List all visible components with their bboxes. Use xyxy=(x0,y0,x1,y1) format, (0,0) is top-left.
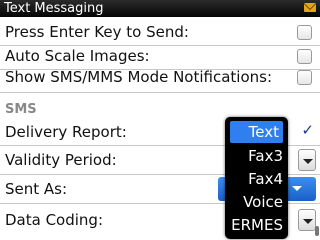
setting-label: Data Coding: xyxy=(5,211,104,229)
setting-label: Delivery Report: xyxy=(5,123,127,141)
setting-label: Validity Period: xyxy=(5,151,117,169)
popup-option-text[interactable]: Text xyxy=(230,121,283,143)
setting-row-show-notifications[interactable]: Show SMS/MMS Mode Notifications: xyxy=(0,66,320,90)
popup-option-fax4[interactable]: Fax4 xyxy=(248,168,283,190)
scrollbar[interactable] xyxy=(315,226,319,236)
auto-scale-checkbox[interactable] xyxy=(297,49,312,64)
show-notifications-checkbox[interactable] xyxy=(297,70,312,85)
envelope-icon xyxy=(304,3,316,12)
setting-row-press-enter[interactable]: Press Enter Key to Send: xyxy=(0,21,320,45)
setting-label: Auto Scale Images: xyxy=(5,47,150,65)
checkmark-icon[interactable]: ✓ xyxy=(301,121,314,139)
setting-label: Show SMS/MMS Mode Notifications: xyxy=(5,68,273,86)
validity-period-dropdown[interactable] xyxy=(298,149,316,171)
setting-label: Press Enter Key to Send: xyxy=(5,23,189,41)
app-title: Text Messaging xyxy=(4,1,104,16)
popup-option-voice[interactable]: Voice xyxy=(243,191,283,213)
press-enter-checkbox[interactable] xyxy=(297,25,312,40)
title-bar: Text Messaging xyxy=(0,0,320,17)
data-coding-dropdown[interactable] xyxy=(298,209,316,231)
divider xyxy=(0,92,320,93)
popup-option-fax3[interactable]: Fax3 xyxy=(248,145,283,167)
sent-as-popup-menu: Text Fax3 Fax4 Voice ERMES xyxy=(225,117,288,239)
section-header-sms: SMS xyxy=(5,102,37,117)
popup-option-ermes[interactable]: ERMES xyxy=(231,214,283,236)
setting-label: Sent As: xyxy=(5,180,68,198)
